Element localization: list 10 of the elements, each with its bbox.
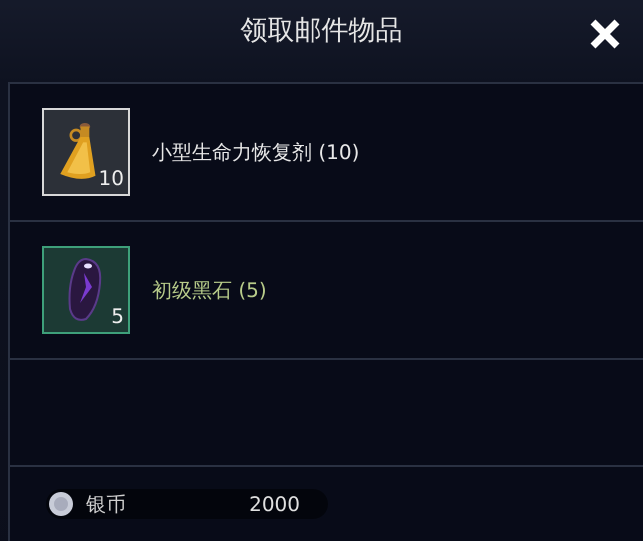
currency-amount: 2000 [249, 492, 300, 516]
item-count: 10 [98, 166, 124, 190]
item-count: 5 [111, 304, 124, 328]
item-slot[interactable]: 10 [42, 108, 130, 196]
currency-name: 银币 [86, 490, 126, 518]
item-name: 初级黑石 (5) [152, 276, 267, 304]
item-name: 小型生命力恢复剂 (10) [152, 138, 360, 166]
item-slot[interactable]: 5 [42, 246, 130, 334]
window-title: 领取邮件物品 [240, 14, 402, 48]
coin-icon [48, 491, 74, 517]
